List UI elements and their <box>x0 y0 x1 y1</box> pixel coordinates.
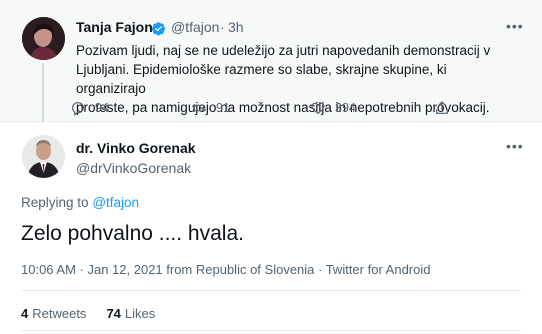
tweet-text-line: Ljubljani. Epidemiološke razmere so slab… <box>76 62 447 96</box>
tweet-actions: 94 91 394 <box>70 98 450 118</box>
avatar-photo <box>22 135 65 178</box>
retweets-label: Retweets <box>32 306 87 321</box>
likes-label: Likes <box>124 306 156 321</box>
author-handle[interactable]: @tfajon <box>171 19 219 35</box>
reply-icon <box>72 102 84 116</box>
heart-icon <box>311 102 325 115</box>
author-name[interactable]: dr. Vinko Gorenak <box>76 140 196 156</box>
avatar[interactable] <box>22 135 65 178</box>
parent-tweet[interactable]: Tanja Fajon @tfajon · 3h ••• Pozivam lju… <box>0 0 542 122</box>
share-icon <box>436 101 448 114</box>
replying-label: Replying to <box>21 195 89 210</box>
retweets-stat[interactable]: 4 Retweets <box>21 306 86 321</box>
reply-mention-link[interactable]: @tfajon <box>92 195 139 210</box>
share-button[interactable] <box>434 98 459 118</box>
divider <box>21 330 521 331</box>
replying-to: Replying to @tfajon <box>21 195 139 210</box>
verified-badge-icon <box>151 22 166 36</box>
likes-stat[interactable]: 74 Likes <box>106 306 155 321</box>
tweet-text-line: Pozivam ljudi, naj se ne udeležijo za ju… <box>76 43 491 58</box>
divider <box>21 290 521 291</box>
like-count: 394 <box>335 101 356 115</box>
thread-line <box>42 63 44 122</box>
author-name[interactable]: Tanja Fajon <box>76 19 153 35</box>
tweet-text: Zelo pohvalno .... hvala. <box>21 222 244 245</box>
likes-count: 74 <box>106 306 121 321</box>
engagement-stats: 4 Retweets 74 Likes <box>21 306 175 321</box>
tweet-metadata[interactable]: 10:06 AM · Jan 12, 2021 from Republic of… <box>21 262 430 277</box>
avatar[interactable] <box>22 17 65 60</box>
author-handle[interactable]: @drVinkoGorenak <box>76 160 191 176</box>
more-options-icon[interactable]: ••• <box>506 18 524 34</box>
separator-dot: · <box>220 19 225 35</box>
retweets-count: 4 <box>21 306 29 321</box>
reply-count: 94 <box>95 101 109 115</box>
retweet-icon <box>191 103 207 113</box>
retweet-count: 91 <box>216 101 230 115</box>
like-button[interactable]: 394 <box>310 98 356 118</box>
avatar-photo <box>22 17 65 60</box>
reply-button[interactable]: 94 <box>70 98 109 118</box>
more-options-icon[interactable]: ••• <box>506 138 524 154</box>
tweet-time[interactable]: 3h <box>228 19 244 35</box>
retweet-button[interactable]: 91 <box>191 98 230 118</box>
